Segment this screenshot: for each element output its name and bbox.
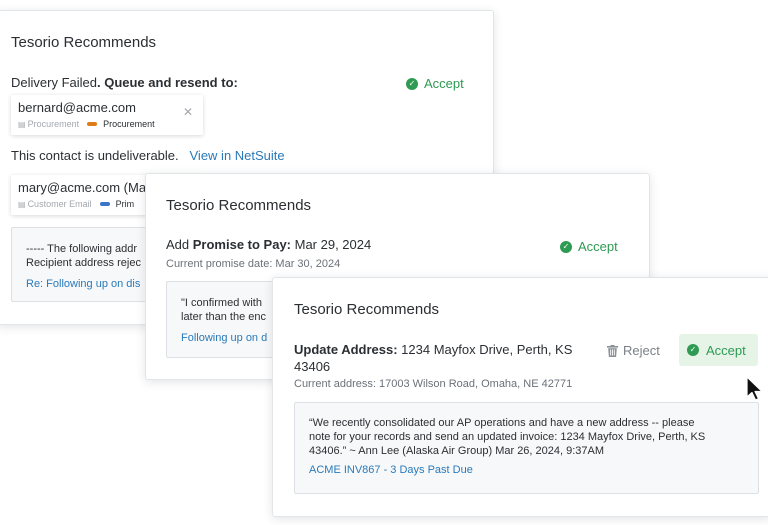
new-address-line2: 43406 <box>294 359 331 374</box>
contact-email: bernard@acme.com <box>18 100 136 115</box>
email-quote-box: “We recently consolidated our AP operati… <box>294 402 759 494</box>
current-promise-date: Current promise date: Mar 30, 2024 <box>166 258 341 270</box>
card-title: Tesorio Recommends <box>11 34 157 51</box>
promise-label: Promise to Pay: <box>192 237 292 252</box>
check-circle-icon: ✓ <box>406 77 418 90</box>
tag-icon: ▤ <box>18 199 26 209</box>
accept-label: Accept <box>424 76 464 91</box>
update-address-text: Update Address: 1234 Mayfox Drive, Perth… <box>294 342 572 357</box>
thread-link[interactable]: ACME INV867 - 3 Days Past Due <box>309 464 473 476</box>
mouse-cursor-icon <box>746 376 763 401</box>
contact-tags: ▤ Customer Email Prim <box>18 199 134 209</box>
promise-to-pay-text: Add Promise to Pay: Mar 29, 2024 <box>166 237 371 252</box>
contact-chip[interactable]: bernard@acme.com ▤ Procurement Procuremen… <box>11 95 203 135</box>
contact-tags: ▤ Procurement Procurement <box>18 119 155 129</box>
quote-text: ----- The following addr Recipient addre… <box>26 243 141 269</box>
quote-text: "I confirmed with later than the enc <box>181 297 267 323</box>
current-address: Current address: 17003 Wilson Road, Omah… <box>294 378 573 390</box>
view-in-netsuite-link[interactable]: View in NetSuite <box>190 148 285 163</box>
trash-icon <box>607 344 618 357</box>
promise-date: Mar 29, 2024 <box>291 237 372 252</box>
card-title: Tesorio Recommends <box>166 197 312 214</box>
check-circle-icon: ✓ <box>687 344 699 356</box>
accept-label: Accept <box>706 342 746 358</box>
contact-email: mary@acme.com (Ma <box>18 180 147 195</box>
undeliverable-label: This contact is undeliverable. <box>11 148 179 163</box>
undeliverable-text: This contact is undeliverable. View in N… <box>11 148 285 163</box>
new-address-line1: 1234 Mayfox Drive, Perth, KS <box>397 342 573 357</box>
tag-color-dot <box>87 122 98 126</box>
accept-button[interactable]: ✓ Accept <box>560 239 618 254</box>
tag-icon: ▤ <box>18 119 26 129</box>
recommendation-card-address: Tesorio Recommends Update Address: 1234 … <box>272 277 768 517</box>
tag-label: Procurement <box>27 119 80 129</box>
queue-resend-label: . Queue and resend to: <box>96 75 238 90</box>
tag-procurement-colored: Procurement <box>103 119 155 129</box>
quote-text: “We recently consolidated our AP operati… <box>309 417 706 457</box>
accept-button[interactable]: ✓ Accept <box>679 334 758 366</box>
tag-color-dot <box>99 202 110 206</box>
check-circle-icon: ✓ <box>560 240 572 253</box>
thread-link[interactable]: Following up on d <box>181 332 267 344</box>
close-icon[interactable]: ✕ <box>183 105 193 119</box>
tag-customer-email: ▤ Customer Email <box>18 199 92 209</box>
accept-label: Accept <box>578 239 618 254</box>
card-title: Tesorio Recommends <box>294 301 440 318</box>
update-address-label: Update Address: <box>294 342 398 357</box>
reject-button[interactable]: Reject <box>607 343 660 358</box>
accept-button[interactable]: ✓ Accept <box>406 76 464 91</box>
delivery-failed-text: Delivery Failed. Queue and resend to: <box>11 75 238 90</box>
tag-procurement: ▤ Procurement <box>18 119 79 129</box>
delivery-failed-label: Delivery Failed <box>11 75 97 90</box>
tag-primary: Prim <box>115 199 135 209</box>
thread-link[interactable]: Re: Following up on dis <box>26 278 140 290</box>
reject-label: Reject <box>623 343 660 358</box>
tag-label: Customer Email <box>27 199 92 209</box>
add-prefix: Add <box>166 237 193 252</box>
